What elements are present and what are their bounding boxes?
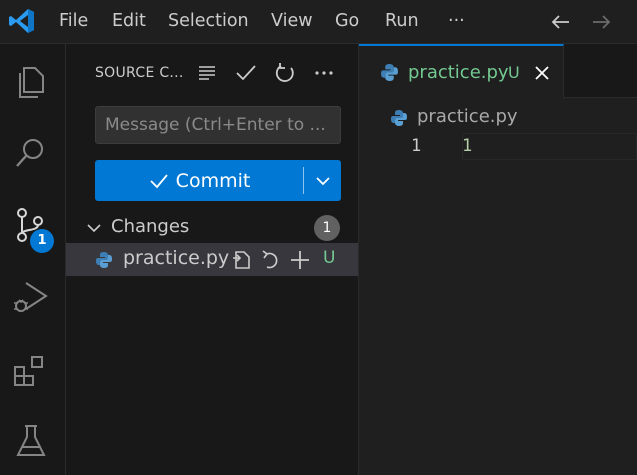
changed-file-row[interactable]: practice.py U bbox=[66, 243, 358, 276]
commit-message-input[interactable]: Message (Ctrl+Enter to ... bbox=[95, 106, 341, 144]
title-bar: File Edit Selection View Go Run ··· bbox=[0, 0, 637, 44]
commit-label: Commit bbox=[175, 169, 251, 192]
testing-icon[interactable] bbox=[10, 420, 52, 462]
commit-dropdown-button[interactable] bbox=[304, 160, 341, 201]
menu-view[interactable]: View bbox=[271, 0, 313, 44]
go-back-icon[interactable] bbox=[548, 9, 574, 35]
vscode-logo-icon bbox=[9, 9, 34, 33]
panel-title: SOURCE C... bbox=[95, 65, 184, 81]
python-file-icon bbox=[96, 252, 112, 268]
tab-untracked-status: U bbox=[508, 63, 520, 82]
changes-group-header[interactable]: Changes 1 bbox=[66, 213, 358, 243]
menu-run[interactable]: Run bbox=[385, 0, 419, 44]
python-file-icon bbox=[391, 110, 407, 126]
discard-changes-icon[interactable] bbox=[259, 248, 283, 272]
menu-edit[interactable]: Edit bbox=[112, 0, 146, 44]
commit-button-group: Commit bbox=[95, 160, 341, 201]
go-forward-icon[interactable] bbox=[588, 9, 614, 35]
changes-count-badge: 1 bbox=[314, 215, 340, 241]
menu-more[interactable]: ··· bbox=[448, 0, 465, 44]
commit-check-icon[interactable] bbox=[233, 60, 259, 86]
run-debug-icon[interactable] bbox=[10, 277, 52, 319]
activity-bar: 1 bbox=[0, 44, 66, 475]
search-icon[interactable] bbox=[10, 132, 52, 174]
changed-file-name: practice.py bbox=[123, 247, 230, 269]
commit-button[interactable]: Commit bbox=[95, 160, 303, 201]
menu-selection[interactable]: Selection bbox=[168, 0, 249, 44]
editor-tab-practice[interactable]: practice.py U bbox=[359, 44, 564, 99]
changes-label: Changes bbox=[111, 216, 190, 237]
code-line[interactable]: 1 bbox=[462, 136, 472, 156]
source-control-panel: SOURCE C... Message (Ctrl+Enter to ... C… bbox=[66, 44, 359, 475]
check-icon bbox=[150, 173, 168, 188]
source-control-badge: 1 bbox=[30, 229, 54, 253]
refresh-icon[interactable] bbox=[272, 60, 298, 86]
explorer-icon[interactable] bbox=[10, 61, 52, 103]
untracked-status: U bbox=[323, 248, 336, 268]
line-number: 1 bbox=[411, 136, 422, 156]
close-icon[interactable] bbox=[532, 63, 552, 83]
extensions-icon[interactable] bbox=[10, 350, 52, 392]
chevron-down-icon bbox=[315, 176, 330, 185]
chevron-down-icon bbox=[87, 224, 101, 233]
open-file-icon[interactable] bbox=[229, 248, 253, 272]
breadcrumb[interactable]: practice.py bbox=[417, 106, 518, 127]
editor-tab-strip: practice.py U bbox=[359, 44, 637, 99]
menu-go[interactable]: Go bbox=[335, 0, 359, 44]
python-file-icon bbox=[381, 64, 398, 81]
tab-label: practice.py bbox=[408, 62, 509, 83]
menu-file[interactable]: File bbox=[59, 0, 88, 44]
current-line-highlight bbox=[462, 133, 637, 160]
stage-changes-icon[interactable] bbox=[288, 248, 312, 272]
more-actions-icon[interactable] bbox=[311, 60, 337, 86]
editor-area: practice.py U practice.py 1 1 bbox=[359, 44, 637, 475]
view-as-list-icon[interactable] bbox=[194, 60, 220, 86]
